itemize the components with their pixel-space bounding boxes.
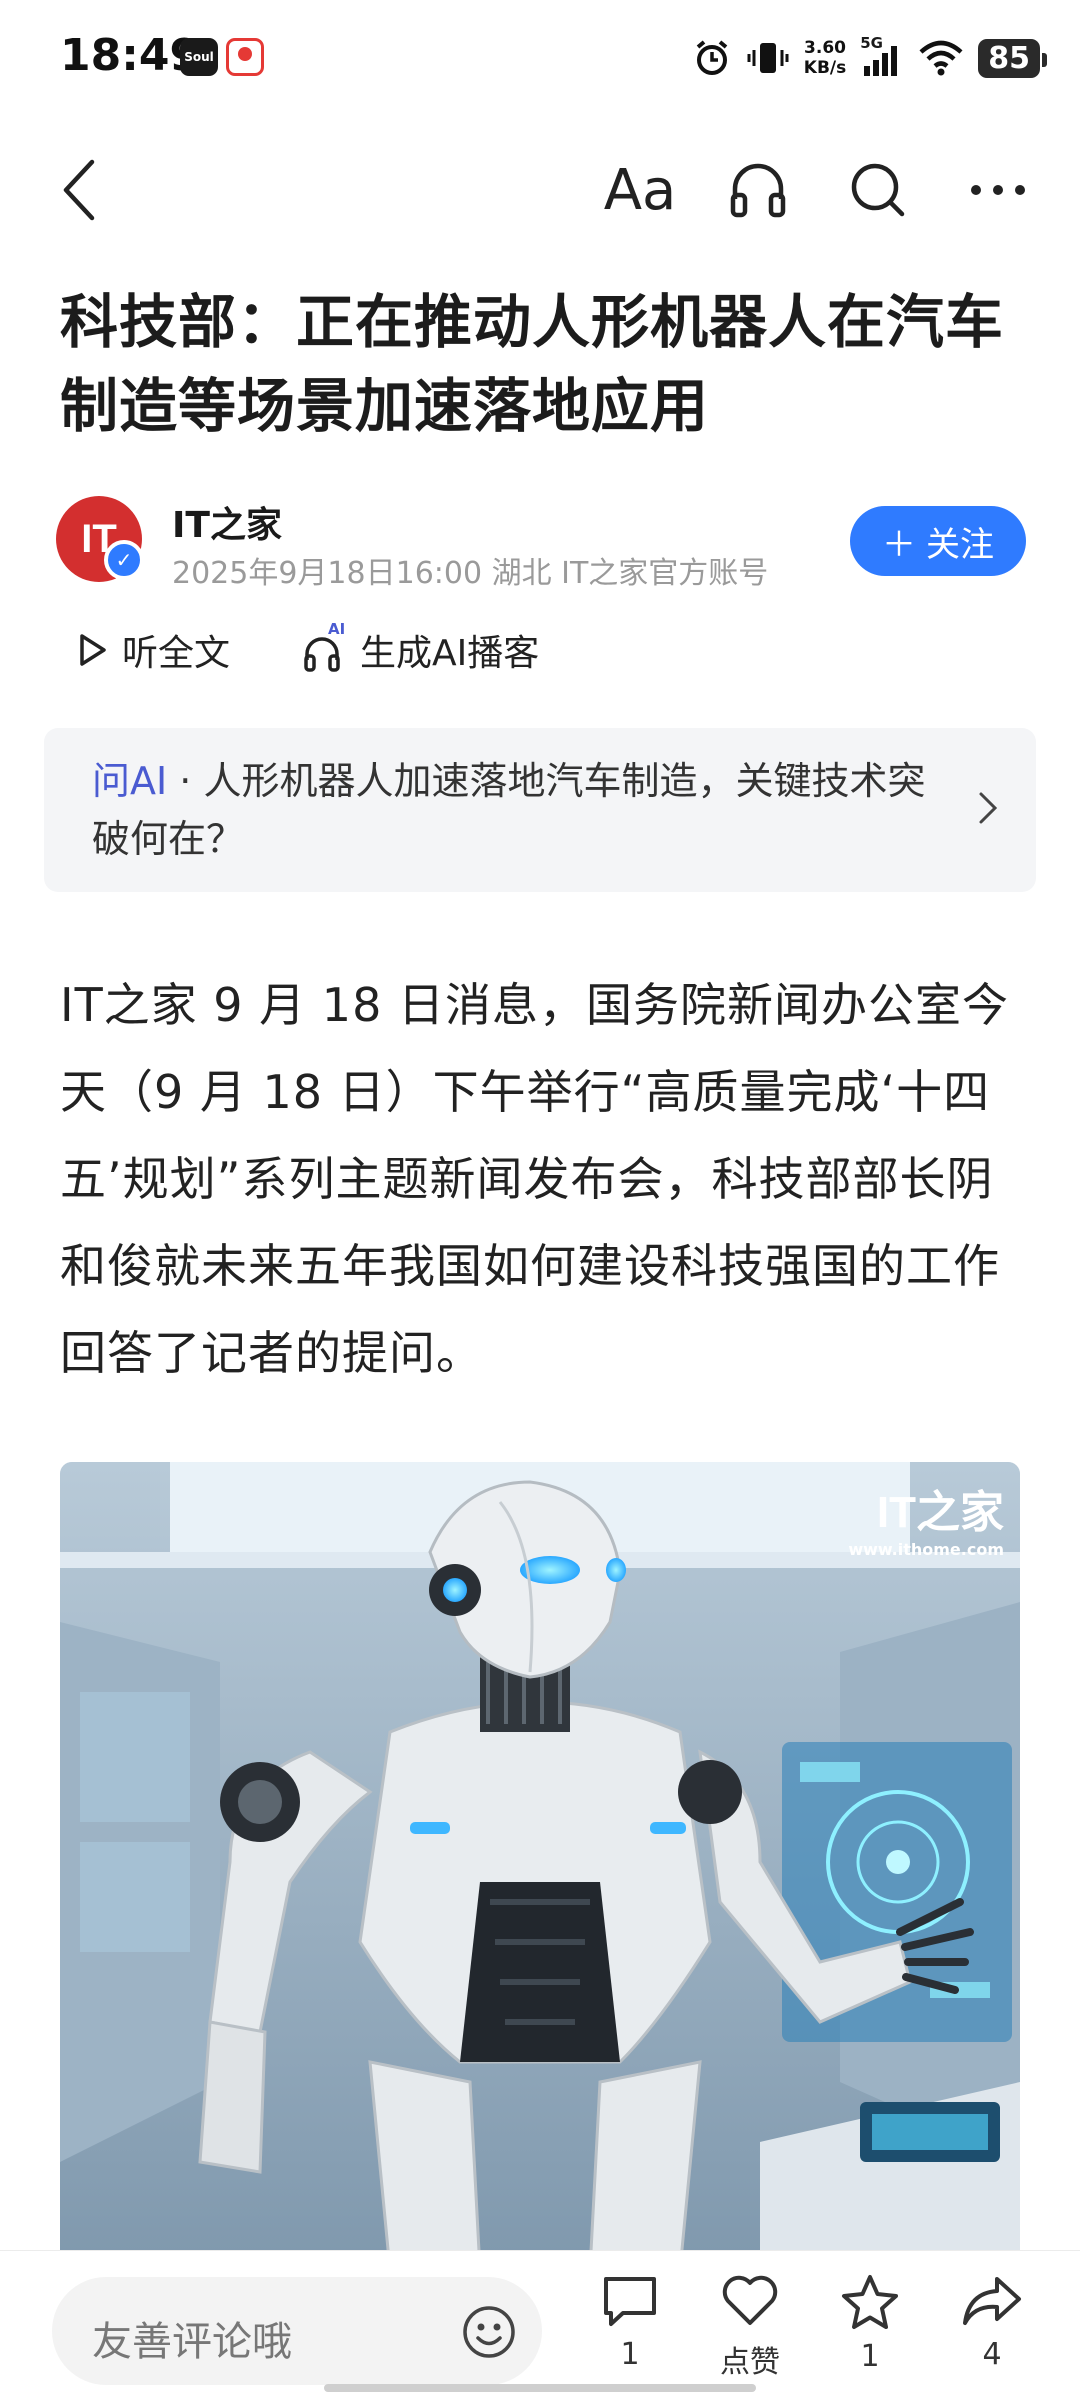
ask-ai-text: 问AI · 人形机器人加速落地汽车制造，关键技术突破何在？ — [92, 752, 952, 868]
home-indicator[interactable] — [324, 2384, 756, 2392]
emoji-icon[interactable] — [462, 2305, 516, 2359]
ai-badge: AI — [328, 620, 346, 638]
ask-ai-separator: · — [179, 759, 192, 803]
ai-podcast-label: 生成AI播客 — [360, 633, 540, 674]
like-button[interactable]: 点赞 — [700, 2273, 800, 2381]
chevron-right-icon — [979, 792, 998, 824]
soul-app-icon: Soul — [180, 38, 218, 76]
news-app-icon — [226, 38, 264, 76]
comment-input[interactable]: 友善评论哦 — [52, 2277, 542, 2385]
star-icon — [842, 2275, 898, 2329]
shares-count: 4 — [982, 2337, 1002, 2372]
top-nav: Aa — [0, 130, 1080, 240]
listen-full-label: 听全文 — [122, 633, 231, 674]
watermark-url: www.ithome.com — [848, 1540, 1004, 1559]
play-icon — [80, 634, 106, 666]
comment-placeholder: 友善评论哦 — [92, 2319, 292, 2365]
article-body-paragraph: IT之家 9 月 18 日消息，国务院新闻办公室今天（9 月 18 日）下午举行… — [60, 978, 1009, 1380]
listen-full-button[interactable]: 听全文 — [78, 624, 230, 676]
alarm-icon — [696, 40, 728, 75]
headphones-icon — [730, 163, 786, 218]
font-size-button[interactable]: Aa — [600, 150, 680, 230]
watermark-logo: IT之家 — [876, 1488, 1004, 1537]
net-speed-value: 3.60 — [804, 38, 846, 58]
image-watermark: IT之家 www.ithome.com — [848, 1476, 1004, 1559]
more-icon — [971, 185, 1025, 195]
share-button[interactable]: 4 — [942, 2273, 1042, 2372]
author-meta: 2025年9月18日16:00 湖北 IT之家官方账号 — [172, 556, 769, 591]
comments-count: 1 — [620, 2337, 640, 2372]
listen-button[interactable] — [718, 150, 798, 230]
ask-ai-card[interactable]: 问AI · 人形机器人加速落地汽车制造，关键技术突破何在？ — [44, 728, 1036, 892]
signal-icon: 5G — [860, 34, 904, 78]
share-icon — [963, 2277, 1021, 2325]
plus-icon: ＋ — [882, 524, 916, 565]
like-label: 点赞 — [720, 2345, 780, 2380]
article-actions: 听全文 AI 生成AI播客 — [78, 620, 539, 680]
status-right: 3.60 KB/s 5G 85 — [692, 28, 1047, 88]
wifi-icon — [919, 40, 963, 76]
author-row: IT ✓ IT之家 2025年9月18日16:00 湖北 IT之家官方账号 ＋ … — [56, 496, 1026, 591]
robot-illustration — [60, 1462, 1020, 2270]
comments-button[interactable]: 1 — [580, 2273, 680, 2372]
more-button[interactable] — [958, 150, 1038, 230]
author-name[interactable]: IT之家 — [172, 496, 282, 548]
verified-badge-icon: ✓ — [104, 540, 144, 580]
vibrate-icon — [747, 43, 789, 73]
search-icon — [851, 163, 905, 217]
ai-podcast-button[interactable]: AI 生成AI播客 — [302, 620, 540, 676]
article-image[interactable]: IT之家 www.ithome.com — [60, 1462, 1020, 2270]
ask-ai-label: 问AI — [92, 759, 168, 803]
follow-label: 关注 — [926, 524, 994, 565]
ai-podcast-icon: AI — [302, 620, 346, 672]
status-bar: 18:49 Soul 3.60 KB/s 5G 85 — [0, 0, 1080, 120]
favorite-button[interactable]: 1 — [820, 2273, 920, 2374]
favorites-count: 1 — [860, 2339, 880, 2374]
article-title: 科技部：正在推动人形机器人在汽车制造等场景加速落地应用 — [60, 288, 1005, 440]
ask-ai-question: 人形机器人加速落地汽车制造，关键技术突破何在？ — [92, 759, 926, 861]
battery-icon: 85 — [978, 38, 1047, 78]
heart-icon — [722, 2275, 778, 2325]
font-size-icon: Aa — [603, 157, 677, 223]
bottom-bar: 友善评论哦 1 点赞 1 4 — [0, 2250, 1080, 2400]
follow-button[interactable]: ＋ 关注 — [850, 506, 1026, 576]
back-button[interactable] — [40, 150, 120, 230]
comment-icon — [604, 2277, 656, 2326]
net-speed-unit: KB/s — [803, 58, 847, 78]
back-icon — [63, 159, 95, 221]
net-speed: 3.60 KB/s — [804, 38, 846, 78]
search-button[interactable] — [838, 150, 918, 230]
